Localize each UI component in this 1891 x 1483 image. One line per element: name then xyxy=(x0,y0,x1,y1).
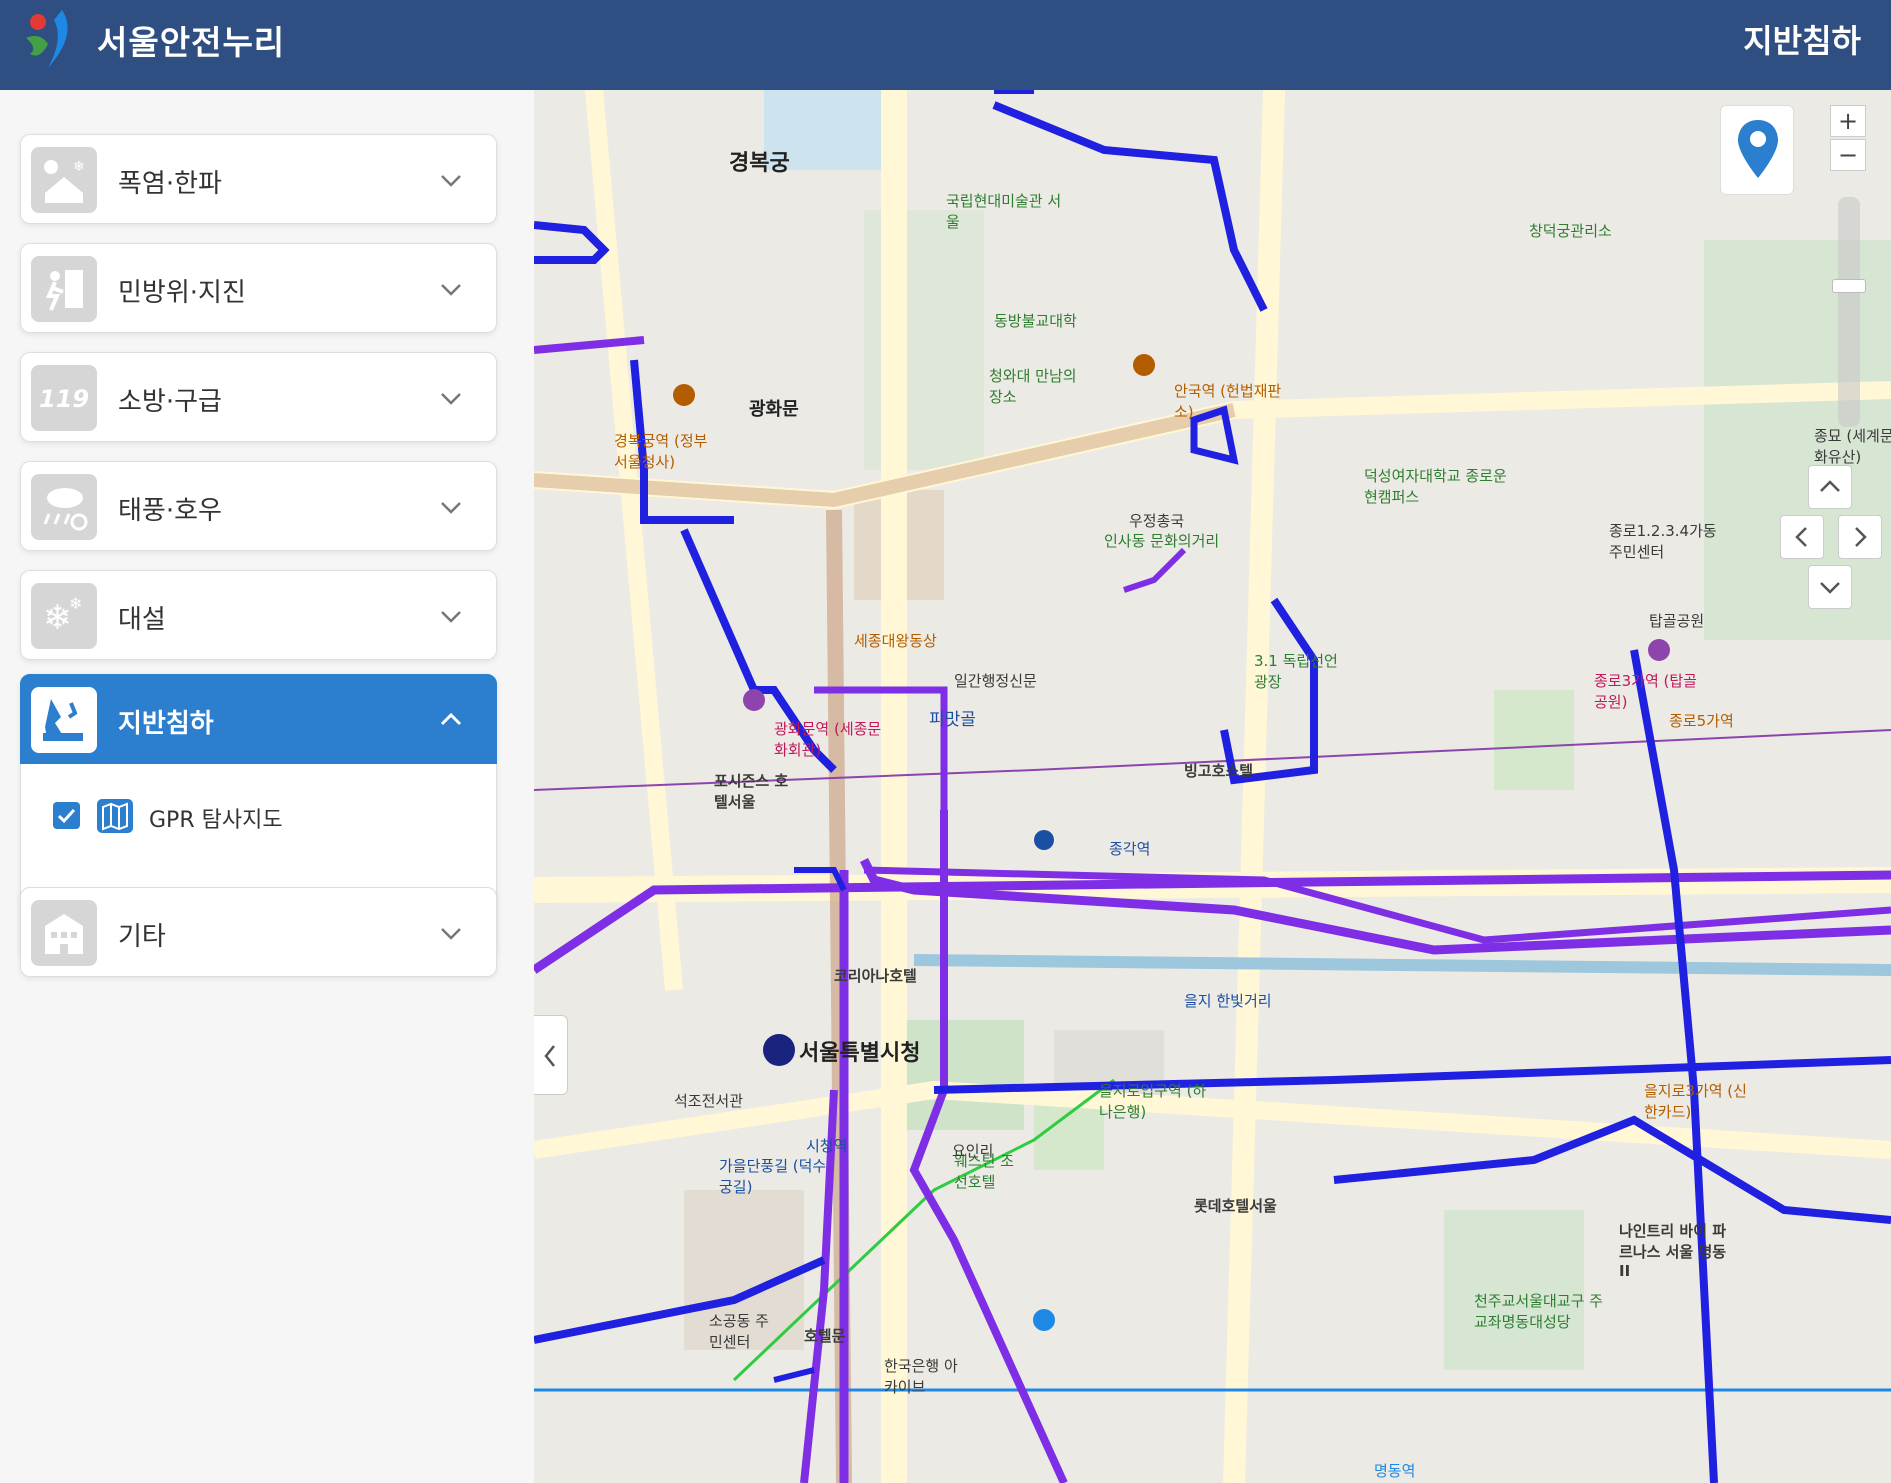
zoom-slider-handle[interactable] xyxy=(1832,279,1866,293)
map-label: 가을단풍길 (덕수궁길) xyxy=(719,1157,827,1196)
map-label: 종로1.2.3.4가동 주민센터 xyxy=(1609,522,1717,561)
pan-down-button[interactable] xyxy=(1808,565,1852,609)
map-label: 을지로3가역 (신한카드) xyxy=(1644,1082,1747,1121)
category-label: 폭염·한파 xyxy=(118,169,222,199)
chevron-up-icon xyxy=(440,712,462,726)
map-label: 명동역 xyxy=(1374,1462,1416,1480)
snow-icon: ❄ ❄ xyxy=(31,583,97,649)
category-label: 태풍·호우 xyxy=(118,496,222,526)
map-label: 종각역 xyxy=(1109,840,1151,858)
map-label: 3.1 독립선언광장 xyxy=(1254,652,1338,691)
pan-left-button[interactable] xyxy=(1780,515,1824,559)
category-label: 민방위·지진 xyxy=(118,278,246,308)
zoom-out-button[interactable]: − xyxy=(1830,139,1866,171)
map-label: 종로5가역 xyxy=(1669,712,1734,730)
civil-defense-exit-icon xyxy=(31,256,97,322)
map-label: 탑골공원 xyxy=(1649,612,1705,630)
map-label: 롯데호텔서울 xyxy=(1194,1197,1277,1215)
map-label: 인사동 문화의거리 xyxy=(1104,532,1220,550)
chevron-left-icon xyxy=(1795,527,1807,547)
sidebar: ❄ 폭염·한파 민방위·지진 119 소방·구급 태풍·호우 ❄ ❄ 대설 지반… xyxy=(0,90,534,1483)
map-label: 우정총국 xyxy=(1129,512,1185,530)
svg-text:❄: ❄ xyxy=(69,594,82,613)
map-label: 포시즌스 호텔서울 xyxy=(714,772,789,811)
category-heat-cold[interactable]: ❄ 폭염·한파 xyxy=(20,134,497,224)
map-label: 덕성여자대학교 종로운현캠퍼스 xyxy=(1364,467,1507,506)
layer-checkbox[interactable] xyxy=(53,802,80,829)
location-pin-icon xyxy=(1738,120,1778,178)
svg-text:119: 119 xyxy=(39,385,89,413)
chevron-down-icon xyxy=(441,175,461,187)
category-label: 기타 xyxy=(118,922,166,952)
map-label: 을지로입구역 (하나은행) xyxy=(1099,1082,1207,1121)
map-survey-icon xyxy=(97,799,133,833)
category-typhoon-rain[interactable]: 태풍·호우 xyxy=(20,461,497,551)
svg-text:❄: ❄ xyxy=(43,598,72,638)
category-civil-defense[interactable]: 민방위·지진 xyxy=(20,243,497,333)
chevron-down-icon xyxy=(1820,582,1840,594)
map-label: 세종대왕동상 xyxy=(854,632,937,650)
chevron-right-icon xyxy=(1855,527,1867,547)
map-label: 종로3가역 (탑골공원) xyxy=(1594,672,1697,711)
category-snow[interactable]: ❄ ❄ 대설 xyxy=(20,570,497,660)
ground-subsidence-icon xyxy=(31,687,97,753)
category-label: 소방·구급 xyxy=(118,387,222,417)
map-label: 코리아나호텔 xyxy=(834,967,917,985)
map-label: 청와대 만남의장소 xyxy=(989,367,1077,406)
map-label: 광화문역 (세종문화회관) xyxy=(774,720,882,759)
map-label: 피맛골 xyxy=(929,710,976,730)
category-fire-rescue[interactable]: 119 소방·구급 xyxy=(20,352,497,442)
app-header: 서울안전누리 지반침하 xyxy=(0,0,1891,90)
fire-119-icon: 119 xyxy=(31,365,97,431)
zoom-control: + − xyxy=(1830,105,1870,525)
map-label: 한국은행 아카이브 xyxy=(884,1357,958,1396)
category-label: 지반침하 xyxy=(118,709,214,739)
chevron-down-icon xyxy=(441,611,461,623)
map-label: 소공동 주민센터 xyxy=(709,1312,769,1351)
city-hall-marker xyxy=(763,1034,795,1066)
chevron-down-icon xyxy=(441,284,461,296)
page-title: 지반침하 xyxy=(1743,22,1861,60)
map-label: 동방불교대학 xyxy=(994,312,1077,330)
map-label: 국립현대미술관 서울 xyxy=(946,192,1062,231)
layer-gpr-survey-map[interactable]: GPR 탐사지도 xyxy=(53,799,473,835)
map-label: 안국역 (헌법재판소) xyxy=(1174,382,1282,421)
map-label: 서울특별시청 xyxy=(799,1041,921,1066)
heat-cold-icon: ❄ xyxy=(31,147,97,213)
map-label: 일간행정신문 xyxy=(954,672,1037,690)
zoom-in-button[interactable]: + xyxy=(1830,105,1866,137)
storm-rain-icon xyxy=(31,474,97,540)
map-view[interactable]: 경복궁 광화문 경복궁역 (정부서울청사) 광화문역 (세종문화회관) 종각역 … xyxy=(534,90,1891,1483)
map-label: 빙고호스텔 xyxy=(1184,762,1254,780)
map-label: 을지 한빛거리 xyxy=(1184,992,1272,1010)
map-label: 호텔문 xyxy=(804,1327,846,1345)
chevron-up-icon xyxy=(1820,480,1840,492)
building-other-icon xyxy=(31,900,97,966)
category-other[interactable]: 기타 xyxy=(20,887,497,977)
pan-up-button[interactable] xyxy=(1808,465,1852,509)
map-label: 시청역 xyxy=(806,1137,848,1155)
chevron-down-icon xyxy=(441,393,461,405)
pan-right-button[interactable] xyxy=(1838,515,1882,559)
map-label: 창덕궁관리소 xyxy=(1529,222,1612,240)
map-label: 경복궁 xyxy=(729,151,790,176)
map-label: 석조전서관 xyxy=(674,1092,744,1110)
category-label: 대설 xyxy=(118,605,166,635)
map-label: 광화문 xyxy=(749,399,799,420)
map-label: 나인트리 바이 파르나스 서울 명동 II xyxy=(1619,1222,1727,1280)
svg-text:❄: ❄ xyxy=(73,159,85,175)
zoom-slider[interactable] xyxy=(1832,197,1866,427)
chevron-left-icon xyxy=(544,1045,555,1067)
sidebar-collapse-button[interactable] xyxy=(534,1015,568,1095)
map-label: 경복궁역 (정부서울청사) xyxy=(614,432,708,471)
brand-title[interactable]: 서울안전누리 xyxy=(97,16,285,64)
category-ground-subsidence[interactable]: 지반침하 xyxy=(20,674,497,764)
chevron-down-icon xyxy=(441,502,461,514)
chevron-down-icon xyxy=(441,928,461,940)
map-label: 천주교서울대교구 주교좌명동대성당 xyxy=(1474,1292,1603,1331)
map-label: 요인리 xyxy=(952,1142,994,1160)
seoul-logo-icon xyxy=(26,10,68,68)
layer-label: GPR 탐사지도 xyxy=(149,808,283,833)
my-location-button[interactable] xyxy=(1720,105,1794,195)
